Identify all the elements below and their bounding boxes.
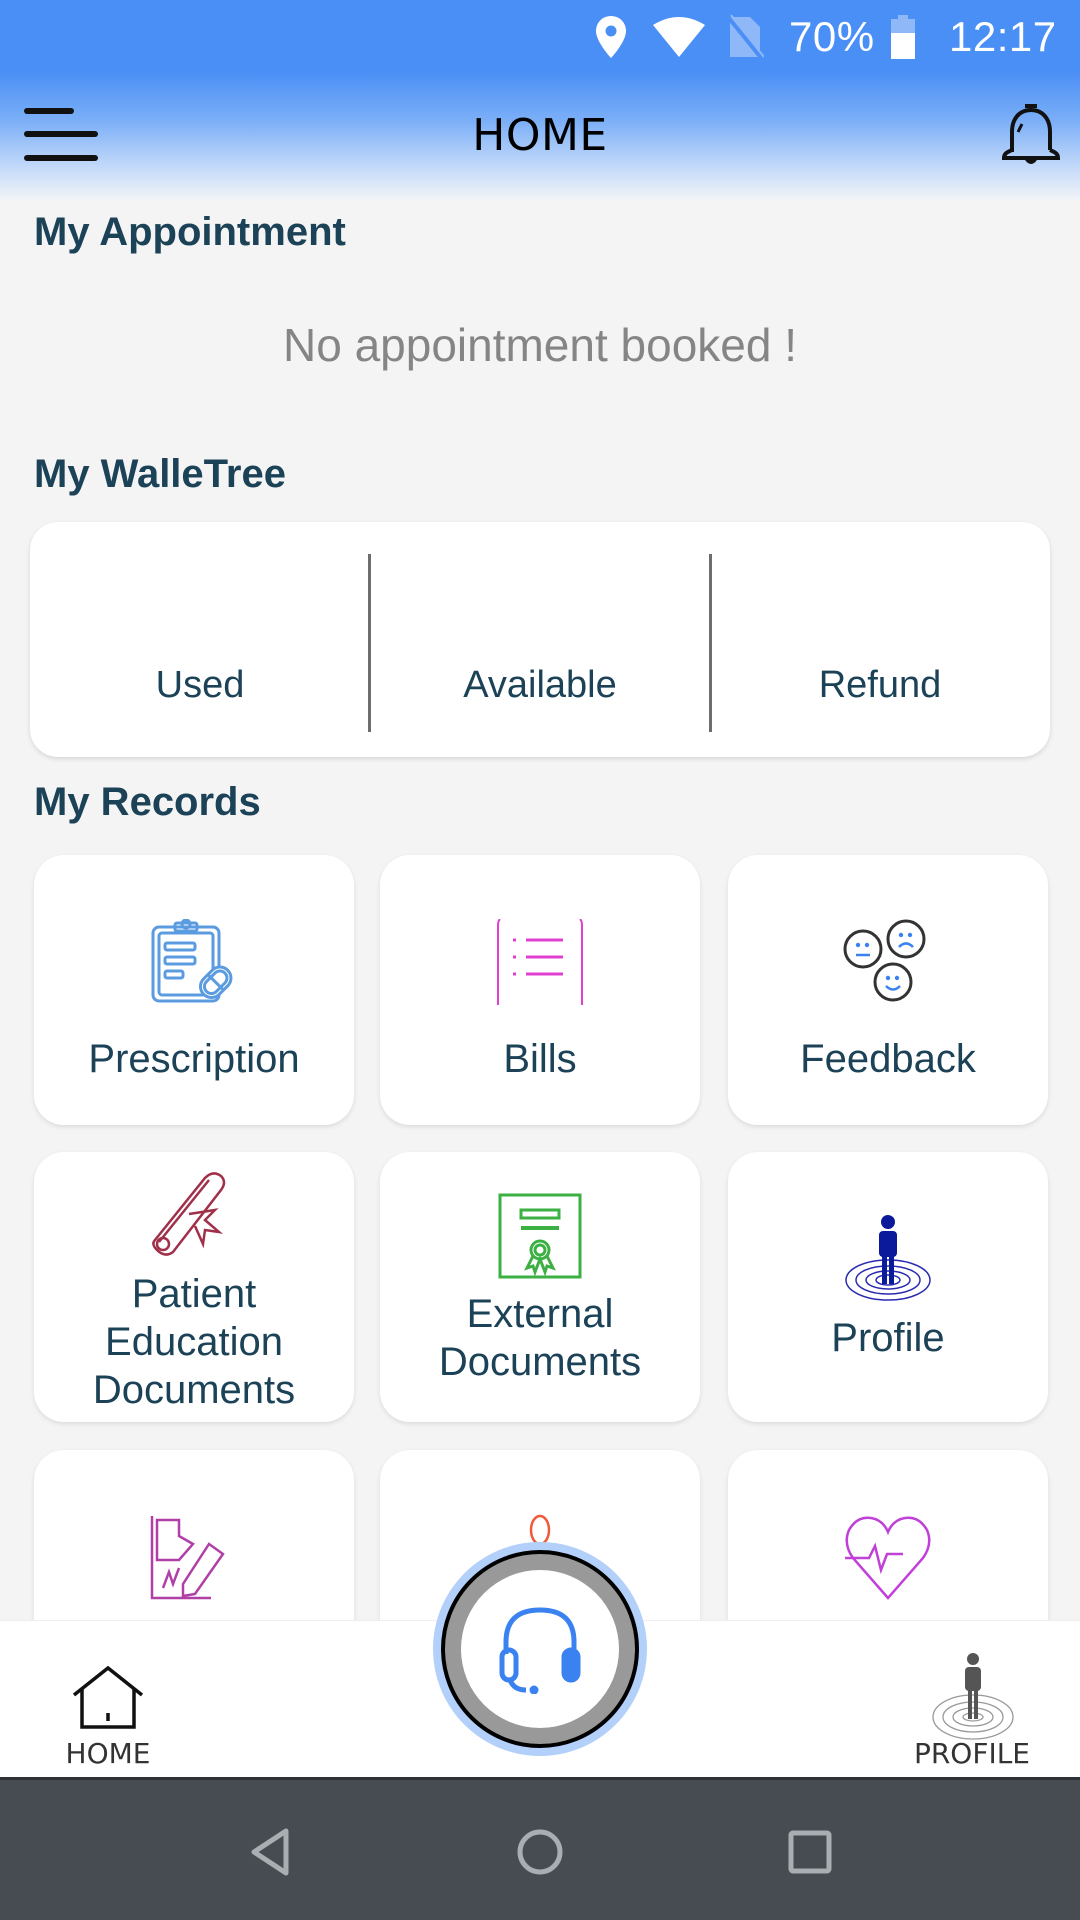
wifi-icon xyxy=(652,12,706,62)
notifications-button[interactable] xyxy=(998,100,1064,172)
record-card-label: Prescription xyxy=(88,1037,300,1081)
back-button[interactable] xyxy=(210,1780,330,1920)
support-button-inner xyxy=(461,1570,619,1728)
nav-home-label: HOME xyxy=(65,1737,151,1770)
support-call-button[interactable] xyxy=(433,1542,647,1756)
label-line: External xyxy=(466,1292,614,1336)
person-target-icon xyxy=(728,1214,1048,1302)
recents-button[interactable] xyxy=(750,1780,870,1920)
diploma-scroll-icon xyxy=(34,1170,354,1256)
app-header: 70% 12:17 HOME xyxy=(0,0,1080,200)
record-card-bills[interactable]: Bills xyxy=(380,855,700,1125)
wallet-section-title: My WalleTree xyxy=(34,452,286,496)
record-card-prescription[interactable]: Prescription xyxy=(34,855,354,1125)
wallet-available[interactable]: Available xyxy=(370,522,710,757)
location-icon xyxy=(594,12,628,62)
profile-person-icon xyxy=(928,1651,1018,1746)
wallet-refund[interactable]: Refund xyxy=(710,522,1050,757)
bell-icon xyxy=(1001,104,1061,164)
label-line: Documents xyxy=(92,1368,296,1412)
wallet-card: Used Available Refund xyxy=(30,522,1050,757)
record-card-label: Feedback xyxy=(800,1037,976,1081)
no-sim-icon xyxy=(726,12,764,62)
record-card-external-documents[interactable]: External Documents xyxy=(380,1152,700,1422)
report-chart-icon xyxy=(34,1514,354,1600)
record-card-feedback[interactable]: Feedback xyxy=(728,855,1048,1125)
clock: 12:17 xyxy=(949,13,1057,60)
wallet-used-label: Used xyxy=(155,664,245,706)
battery-percent: 70% xyxy=(789,13,875,60)
record-card-label: Bills xyxy=(503,1037,577,1081)
label-line: Documents xyxy=(438,1340,642,1384)
wallet-refund-label: Refund xyxy=(818,664,942,706)
system-navigation-bar xyxy=(0,1777,1080,1920)
records-section-title: My Records xyxy=(34,780,261,824)
record-card-patient-education-documents[interactable]: Patient Education Documents xyxy=(34,1152,354,1422)
recents-square-icon xyxy=(788,1830,832,1873)
nav-profile[interactable]: PROFILE xyxy=(882,1621,1062,1778)
prescription-icon xyxy=(34,919,354,1005)
record-card-label: External Documents xyxy=(380,1290,700,1386)
home-circle-icon xyxy=(517,1829,563,1874)
battery-icon xyxy=(890,12,916,62)
label-line: Patient xyxy=(131,1272,257,1316)
appointment-section-title: My Appointment xyxy=(34,210,346,254)
record-card-label: Profile xyxy=(831,1316,945,1360)
record-card-profile[interactable]: Profile xyxy=(728,1152,1048,1422)
bill-list-icon xyxy=(380,919,700,1005)
feedback-faces-icon xyxy=(728,919,1048,1005)
nav-home[interactable]: HOME xyxy=(18,1621,198,1778)
certificate-icon xyxy=(380,1192,700,1280)
wallet-used[interactable]: Used xyxy=(30,522,370,757)
home-system-button[interactable] xyxy=(480,1780,600,1920)
status-bar: 70% 12:17 xyxy=(0,0,1080,75)
page-title: HOME xyxy=(472,110,608,161)
back-triangle-icon xyxy=(251,1828,289,1875)
record-card-label: Patient Education Documents xyxy=(34,1270,354,1414)
nav-profile-label: PROFILE xyxy=(913,1737,1031,1770)
no-appointment-message: No appointment booked ! xyxy=(282,319,798,371)
home-icon xyxy=(70,1665,146,1736)
label-line: Education xyxy=(105,1320,283,1364)
wallet-available-label: Available xyxy=(463,664,617,706)
headset-icon xyxy=(499,1607,581,1694)
heartbeat-icon xyxy=(728,1514,1048,1600)
